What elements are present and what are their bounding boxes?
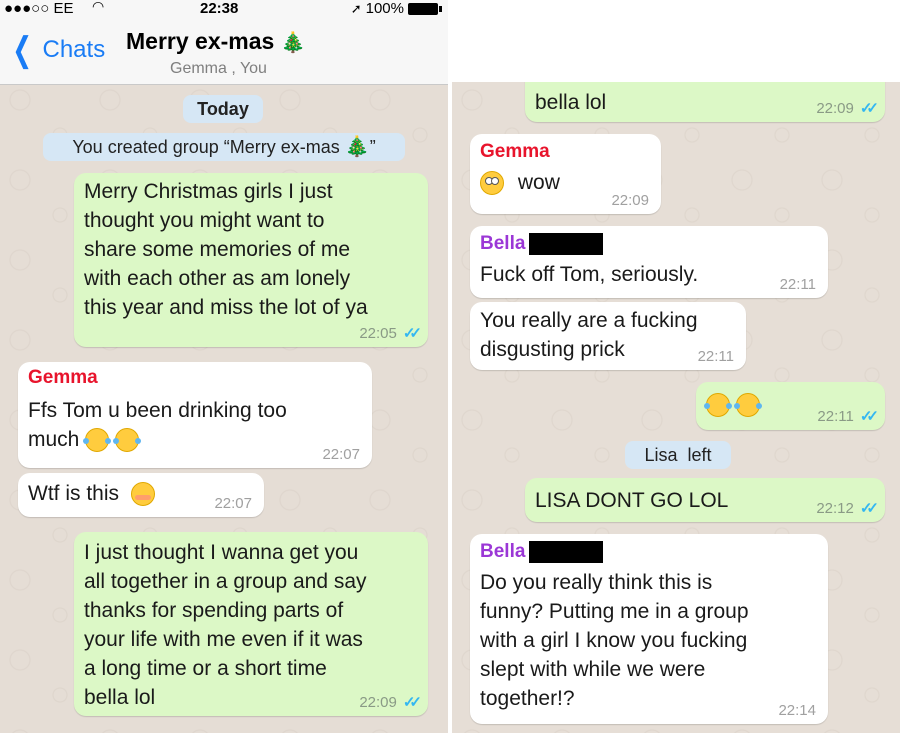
message-outgoing[interactable]: Merry Christmas girls I just thought you… xyxy=(74,173,428,347)
read-receipt-icon: ✓✓ xyxy=(402,694,422,711)
blank-top-area xyxy=(452,0,900,82)
date-pill: Today xyxy=(183,95,263,123)
carrier-signal: ●●●○○ EE xyxy=(4,0,74,17)
message-time: 22:12 xyxy=(816,500,854,517)
message-meta: 22:05 ✓✓ xyxy=(359,325,422,343)
group-members: Gemma , You xyxy=(170,60,267,77)
eye-roll-emoji-icon xyxy=(480,171,504,196)
battery-percent: 100% xyxy=(365,0,404,17)
message-meta: 22:07 xyxy=(214,495,252,513)
sender-name: Gemma xyxy=(480,141,550,162)
back-label: Chats xyxy=(42,36,106,63)
message-time: 22:05 xyxy=(359,325,397,342)
message-text: Ffs Tom u been drinking too much xyxy=(28,399,287,451)
message-text: LISA DONT GO LOL xyxy=(535,489,729,512)
message-text: wow xyxy=(517,171,560,194)
system-message-group-created: You created group “Merry ex-mas 🎄” xyxy=(43,133,405,161)
message-meta: 22:12 ✓✓ xyxy=(816,500,879,518)
message-time: 22:11 xyxy=(817,408,854,425)
crying-emoji-icon xyxy=(733,393,762,418)
message-meta: 22:11 xyxy=(780,276,816,294)
christmas-tree-icon: 🎄 xyxy=(344,136,370,158)
message-incoming[interactable]: Bella Do you really think this is funny?… xyxy=(470,534,828,724)
message-meta: 22:09 ✓✓ xyxy=(816,100,879,118)
wifi-icon: ◠ xyxy=(92,0,105,14)
system-text: You created group “Merry ex-mas xyxy=(72,137,340,157)
system-message-member-left: Lisa left xyxy=(625,441,731,469)
message-incoming[interactable]: Gemma wow 22:09 xyxy=(470,134,661,214)
sender-label: Bella xyxy=(480,233,526,254)
message-outgoing[interactable]: 22:11 ✓✓ xyxy=(696,382,885,430)
message-time: 22:07 xyxy=(322,446,360,463)
message-time: 22:09 xyxy=(816,100,854,117)
group-name: Merry ex-mas xyxy=(126,28,275,54)
message-time: 22:09 xyxy=(611,192,649,209)
message-time: 22:14 xyxy=(778,702,816,719)
right-chat-panel: bella lol 22:09 ✓✓ Gemma wow 22:09 Bella … xyxy=(452,0,900,733)
message-text: Do you really think this is funny? Putti… xyxy=(480,571,749,710)
message-text: Fuck off Tom, seriously. xyxy=(480,263,699,286)
message-incoming[interactable]: Gemma Ffs Tom u been drinking too much 2… xyxy=(18,362,372,468)
christmas-tree-icon: 🎄 xyxy=(280,32,306,54)
battery-icon xyxy=(408,2,442,15)
clock: 22:38 xyxy=(200,0,239,17)
message-time: 22:07 xyxy=(214,495,252,512)
battery-status: ➚ 100% xyxy=(350,0,442,17)
message-text: I just thought I wanna get you all toget… xyxy=(84,541,367,709)
left-chat-panel: ●●●○○ EE ◠ 22:38 ➚ 100% ❮ Chats Merry ex… xyxy=(0,0,448,733)
sender-name: Gemma xyxy=(28,367,98,388)
message-content: Ffs Tom u been drinking too much xyxy=(28,396,362,454)
tears-of-joy-emoji-icon xyxy=(704,393,732,418)
message-meta: 22:11 xyxy=(698,348,734,366)
read-receipt-icon: ✓✓ xyxy=(859,408,879,425)
message-time: 22:09 xyxy=(359,694,397,711)
message-time: 22:11 xyxy=(779,276,816,293)
group-title[interactable]: Merry ex-mas 🎄 xyxy=(126,28,306,55)
navigation-bar: ●●●○○ EE ◠ 22:38 ➚ 100% ❮ Chats Merry ex… xyxy=(0,0,448,85)
message-text: Wtf is this xyxy=(28,482,120,505)
message-text: Merry Christmas girls I just thought you… xyxy=(84,180,368,319)
message-meta: 22:11 ✓✓ xyxy=(817,408,879,426)
tears-of-joy-emoji-icon xyxy=(83,428,112,453)
flushed-emoji-icon xyxy=(130,482,155,507)
sender-name: Bella xyxy=(480,232,818,256)
sender-name: Bella xyxy=(480,540,818,564)
message-incoming[interactable]: Bella Fuck off Tom, seriously. 22:11 xyxy=(470,226,828,298)
message-incoming[interactable]: Wtf is this 22:07 xyxy=(18,473,264,517)
message-meta: 22:07 xyxy=(322,446,360,464)
read-receipt-icon: ✓✓ xyxy=(402,325,422,342)
message-incoming[interactable]: You really are a fucking disgusting pric… xyxy=(470,302,746,370)
read-receipt-icon: ✓✓ xyxy=(859,100,879,117)
message-time: 22:11 xyxy=(697,348,734,365)
read-receipt-icon: ✓✓ xyxy=(859,500,879,517)
back-button[interactable]: ❮ Chats xyxy=(8,31,106,69)
chevron-left-icon: ❮ xyxy=(12,31,33,69)
redacted-block xyxy=(529,232,604,255)
message-outgoing[interactable]: LISA DONT GO LOL 22:12 ✓✓ xyxy=(525,478,885,522)
message-meta: 22:09 xyxy=(611,192,649,210)
sender-label: Bella xyxy=(480,541,526,562)
message-outgoing[interactable]: I just thought I wanna get you all toget… xyxy=(74,532,428,716)
message-meta: 22:14 xyxy=(778,702,816,720)
location-icon: ➚ xyxy=(350,0,362,16)
tears-of-joy-emoji-icon xyxy=(113,428,142,453)
message-meta: 22:09 ✓✓ xyxy=(359,694,422,712)
redacted-block xyxy=(529,540,604,563)
system-text-end: ” xyxy=(369,137,376,157)
status-bar: ●●●○○ EE ◠ 22:38 ➚ 100% xyxy=(0,0,448,18)
